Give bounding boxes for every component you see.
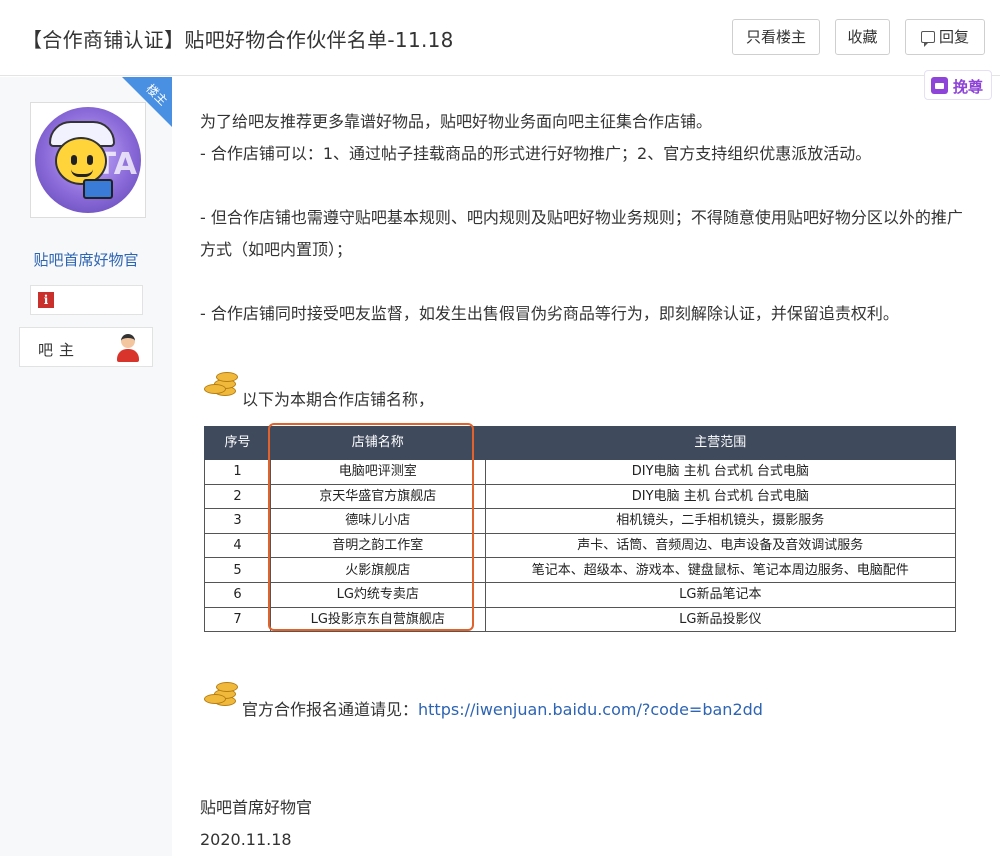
- table-row: 3 德味儿小店 相机镜头，二手相机镜头，摄影服务: [204, 508, 957, 534]
- avatar-face-shape: [55, 137, 107, 185]
- coins-emoji-icon: [202, 674, 240, 708]
- reply-button[interactable]: 回复: [905, 19, 985, 55]
- table-row: 6 LG灼统专卖店 LG新品笔记本: [204, 581, 957, 608]
- info-icon: i: [38, 292, 54, 308]
- coins-emoji-icon: [202, 364, 240, 398]
- shop-name-cell: 火影旗舰店: [269, 557, 486, 583]
- table-row: 2 京天华盛官方旗舰店 DIY电脑 主机 台式机 台式电脑: [204, 483, 957, 510]
- op-corner-badge: 楼主: [122, 77, 172, 127]
- table-row: 7 LG投影京东自营旗舰店 LG新品投影仪: [204, 606, 957, 633]
- author-info-box[interactable]: i: [30, 285, 143, 315]
- row-index-cell: 7: [204, 606, 271, 633]
- signup-prefix: 官方合作报名通道请见：: [242, 700, 419, 719]
- author-role-label: 吧主: [38, 341, 81, 359]
- shop-name-cell: 音明之韵工作室: [269, 532, 486, 559]
- avatar-device-shape: [83, 179, 113, 199]
- only-op-button[interactable]: 只看楼主: [732, 19, 820, 55]
- moderator-avatar-icon: [116, 334, 140, 362]
- shop-table: 序号 店铺名称 主营范围 1 电脑吧评测室 DIY电脑 主机 台式机 台式电脑 2 京天…: [204, 426, 957, 633]
- avatar-mouth: [71, 169, 93, 177]
- shop-table-body: 1 电脑吧评测室 DIY电脑 主机 台式机 台式电脑 2 京天华盛官方旗舰店 DIY电脑 …: [204, 459, 957, 633]
- business-scope-cell: LG新品投影仪: [484, 606, 957, 633]
- signup-row: 官方合作报名通道请见：https://iwenjuan.baidu.com/?c…: [242, 694, 763, 726]
- reply-icon: [920, 31, 935, 47]
- row-index-cell: 3: [204, 508, 271, 534]
- table-header-cell: 店铺名称: [269, 426, 486, 460]
- table-row: 5 火影旗舰店 笔记本、超级本、游戏本、键盘鼠标、笔记本周边服务、电脑配件: [204, 557, 957, 583]
- business-scope-cell: 相机镜头，二手相机镜头，摄影服务: [484, 508, 957, 534]
- praise-label: 挽尊: [953, 78, 984, 96]
- avatar-eye: [71, 155, 77, 165]
- row-index-cell: 6: [204, 581, 271, 608]
- row-index-cell: 5: [204, 557, 271, 583]
- row-index-cell: 2: [204, 483, 271, 510]
- shop-name-cell: 德味儿小店: [269, 508, 486, 534]
- table-header-cell: 主营范围: [484, 426, 957, 460]
- business-scope-cell: 笔记本、超级本、游戏本、键盘鼠标、笔记本周边服务、电脑配件: [484, 557, 957, 583]
- praise-button[interactable]: 挽尊: [924, 70, 992, 100]
- reply-label: 回复: [938, 28, 969, 46]
- paragraph: - 合作店铺可以：1、通过帖子挂载商品的形式进行好物推广；2、官方支持组织优惠派…: [200, 144, 872, 163]
- shop-name-cell: LG灼统专卖店: [269, 581, 486, 608]
- table-row: 1 电脑吧评测室 DIY电脑 主机 台式机 台式电脑: [204, 459, 957, 485]
- business-scope-cell: 声卡、话筒、音频周边、电声设备及音效调试服务: [484, 532, 957, 559]
- business-scope-cell: DIY电脑 主机 台式机 台式电脑: [484, 483, 957, 510]
- author-sidebar: TA 楼主 贴吧首席好物官 i 吧主: [0, 77, 172, 856]
- row-index-cell: 1: [204, 459, 271, 485]
- post-title: 【合作商铺认证】贴吧好物合作伙伴名单-11.18: [22, 28, 454, 52]
- business-scope-cell: DIY电脑 主机 台式机 台式电脑: [484, 459, 957, 485]
- author-username[interactable]: 贴吧首席好物官: [0, 249, 172, 270]
- signup-link[interactable]: https://iwenjuan.baidu.com/?code=ban2dd: [418, 700, 763, 719]
- op-badge-label: 楼主: [143, 81, 171, 109]
- paragraph: 为了给吧友推荐更多靠谱好物品，贴吧好物业务面向吧主征集合作店铺。: [200, 112, 713, 131]
- post-header: 【合作商铺认证】贴吧好物合作伙伴名单-11.18 只看楼主 收藏 回复: [0, 0, 1000, 76]
- shop-name-cell: 京天华盛官方旗舰店: [269, 483, 486, 510]
- shop-name-cell: 电脑吧评测室: [269, 459, 486, 485]
- business-scope-cell: LG新品笔记本: [484, 581, 957, 608]
- table-header-row: 序号 店铺名称 主营范围: [204, 426, 957, 460]
- table-header-cell: 序号: [204, 426, 271, 460]
- avatar-eye: [87, 155, 93, 165]
- table-row: 4 音明之韵工作室 声卡、话筒、音频周边、电声设备及音效调试服务: [204, 532, 957, 559]
- praise-icon: [931, 77, 948, 94]
- shop-name-cell: LG投影京东自营旗舰店: [269, 606, 486, 633]
- post-date: 2020.11.18: [200, 830, 292, 849]
- paragraph: - 合作店铺同时接受吧友监督，如发生出售假冒伪劣商品等行为，即刻解除认证，并保留…: [200, 304, 899, 323]
- post-signature: 贴吧首席好物官: [200, 798, 313, 817]
- row-index-cell: 4: [204, 532, 271, 559]
- table-intro-text: 以下为本期合作店铺名称，: [242, 390, 435, 409]
- favorite-button[interactable]: 收藏: [835, 19, 890, 55]
- paragraph: - 但合作店铺也需遵守贴吧基本规则、吧内规则及贴吧好物业务规则；不得随意使用贴吧…: [200, 208, 963, 259]
- author-role-box[interactable]: 吧主: [19, 327, 153, 367]
